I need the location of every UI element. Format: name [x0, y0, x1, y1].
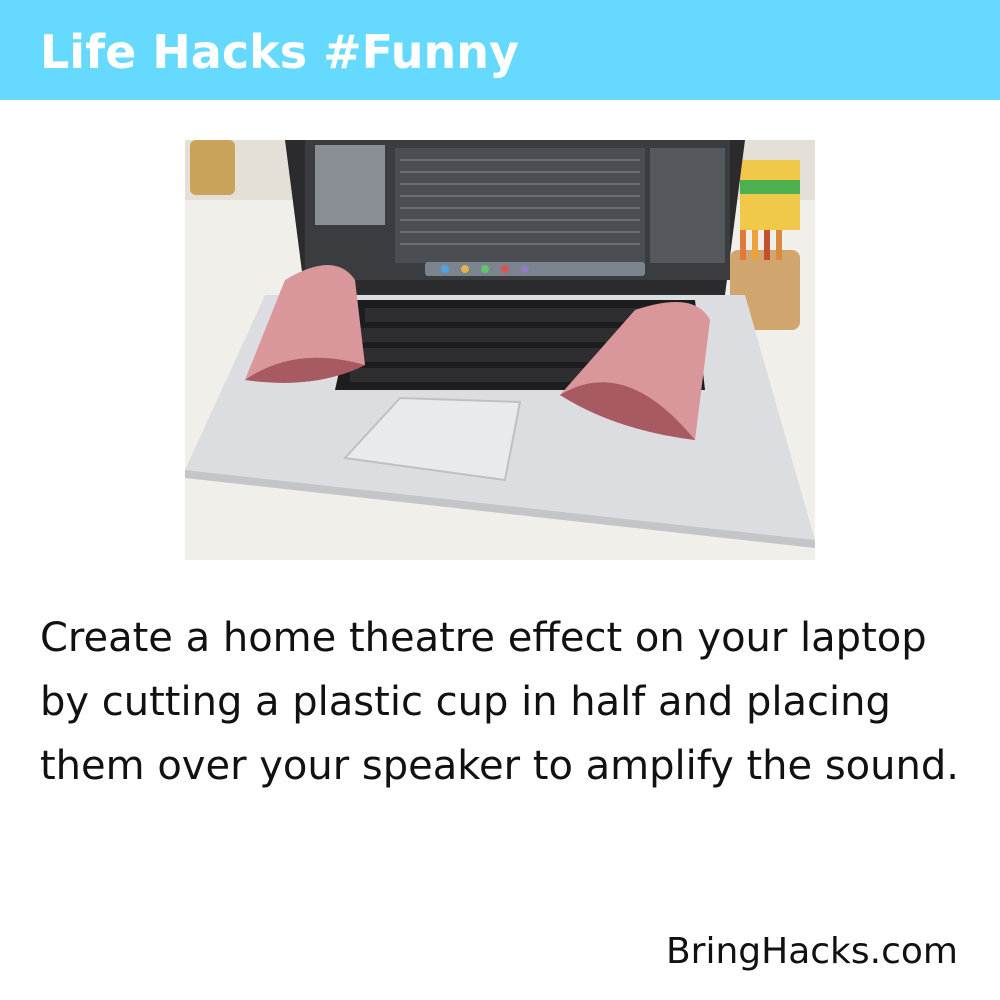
- page-title: Life Hacks #Funny: [40, 25, 520, 79]
- site-credit: BringHacks.com: [665, 931, 958, 972]
- hack-description: Create a home theatre effect on your lap…: [40, 615, 959, 789]
- hack-photo: [185, 140, 815, 560]
- laptop-cups-illustration: [185, 140, 815, 560]
- infographic-card: Life Hacks #Funny Create a home theatre …: [0, 0, 1000, 1000]
- jar-left: [190, 140, 235, 195]
- header-bar: Life Hacks #Funny: [0, 0, 1000, 100]
